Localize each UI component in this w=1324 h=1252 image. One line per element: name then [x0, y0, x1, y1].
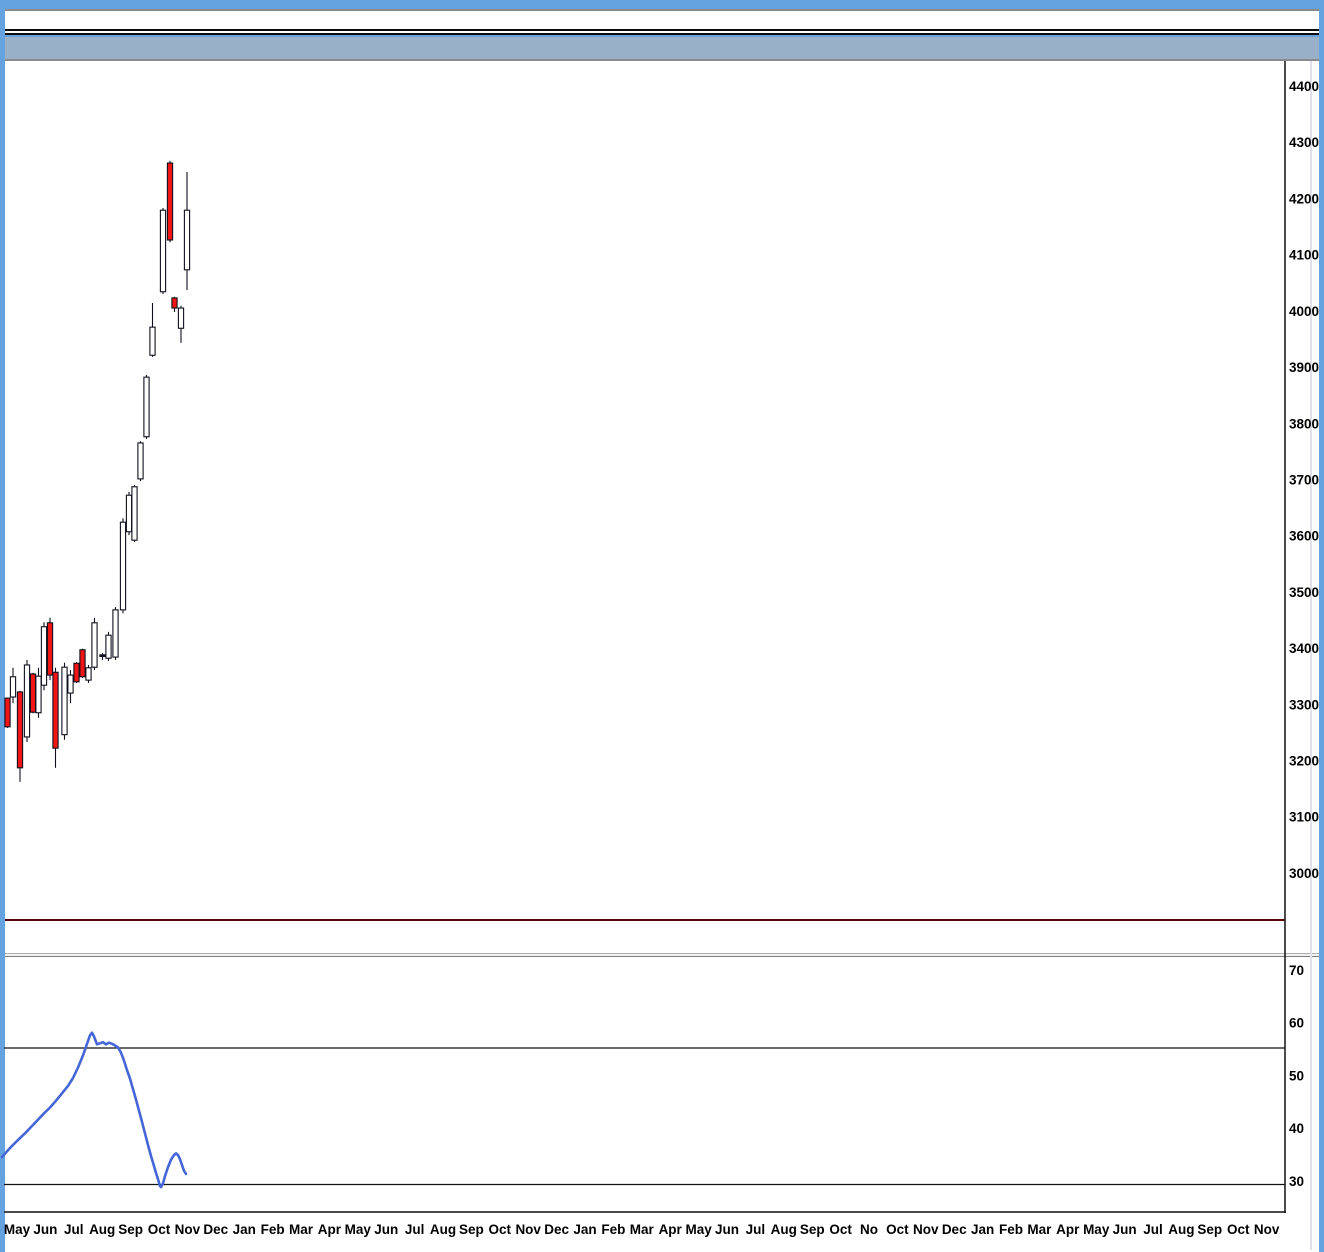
- candle-body: [177, 307, 185, 329]
- x-axis-label: May: [4, 1222, 31, 1237]
- price-axis-label: 4000: [1289, 304, 1319, 319]
- x-axis-label: Sep: [459, 1222, 484, 1237]
- x-axis-label: Aug: [771, 1222, 797, 1237]
- x-axis-label: Nov: [1254, 1222, 1280, 1237]
- price-axis-label: 3600: [1289, 529, 1319, 544]
- price-axis-label: 4300: [1289, 135, 1319, 150]
- candle-body: [16, 691, 24, 769]
- x-axis-label: Mar: [289, 1222, 314, 1237]
- candle-body: [125, 494, 133, 533]
- candle-body: [40, 626, 48, 686]
- oscillator-axis-label: 60: [1289, 1016, 1304, 1031]
- candle-body: [99, 654, 106, 657]
- x-axis-label: Dec: [544, 1222, 569, 1237]
- x-axis-label: Aug: [430, 1222, 456, 1237]
- candle-body: [61, 666, 68, 736]
- x-axis-label: Aug: [89, 1222, 115, 1237]
- x-axis-label: Nov: [175, 1222, 201, 1237]
- x-axis-label: Oct: [489, 1222, 512, 1237]
- candle-body: [105, 634, 112, 659]
- price-axis-label: 3100: [1289, 810, 1319, 825]
- oscillator-line: [0, 1031, 188, 1189]
- x-axis-label: Oct: [148, 1222, 171, 1237]
- x-axis-label: Oct: [886, 1222, 909, 1237]
- x-axis-label: Dec: [203, 1222, 228, 1237]
- candle-body: [91, 622, 98, 668]
- candle-body: [166, 162, 174, 241]
- candle-body: [4, 697, 11, 728]
- price-axis-label: 4100: [1289, 248, 1319, 263]
- price-axis-label: 3400: [1289, 641, 1319, 656]
- x-axis-label: Feb: [601, 1222, 625, 1237]
- x-axis-label: May: [345, 1222, 372, 1237]
- price-axis-label: 3300: [1289, 697, 1319, 712]
- app-window: 4400 4300 4200 4100 4000 3900 3800 3700 3600 3500…: [0, 0, 1324, 1252]
- x-axis-label: Jan: [573, 1222, 596, 1237]
- price-axis-label: 3800: [1289, 416, 1319, 431]
- candle-body: [35, 675, 42, 714]
- x-axis-label: May: [1083, 1222, 1110, 1237]
- x-axis-label: No: [860, 1222, 878, 1237]
- oscillator-axis-label: 70: [1289, 963, 1304, 978]
- candle-body: [112, 609, 119, 658]
- x-axis-label: Jun: [1113, 1222, 1137, 1237]
- x-axis-label: Jun: [715, 1222, 739, 1237]
- candle-body: [119, 521, 127, 611]
- x-axis-label: Dec: [942, 1222, 967, 1237]
- oscillator-axis-label: 50: [1289, 1068, 1304, 1083]
- price-axis-label: 3200: [1289, 754, 1319, 769]
- candle-body: [9, 676, 17, 698]
- x-axis-label: Oct: [829, 1222, 852, 1237]
- x-axis-label: Jun: [374, 1222, 398, 1237]
- chart-canvas[interactable]: 4400 4300 4200 4100 4000 3900 3800 3700 3600 3500…: [0, 0, 1324, 1252]
- candle-body: [85, 667, 92, 681]
- oscillator-axis-label: 40: [1289, 1121, 1304, 1136]
- candle-body: [159, 209, 167, 293]
- x-axis-label: Jan: [233, 1222, 256, 1237]
- candle-body: [183, 209, 191, 271]
- x-axis-label: Aug: [1168, 1222, 1194, 1237]
- x-axis-label: Oct: [1227, 1222, 1250, 1237]
- price-axis-label: 4200: [1289, 191, 1319, 206]
- x-axis-label: Feb: [999, 1222, 1023, 1237]
- candle-body: [23, 664, 31, 738]
- candle-body: [46, 622, 54, 676]
- x-axis-label: Sep: [118, 1222, 143, 1237]
- x-axis-label: Jul: [64, 1222, 84, 1237]
- x-axis-label: Apr: [318, 1222, 342, 1237]
- x-axis-label: Jan: [971, 1222, 994, 1237]
- x-axis-label: Jul: [746, 1222, 766, 1237]
- candle-body: [171, 297, 178, 309]
- candle-body: [149, 326, 156, 356]
- price-axis-label: 4400: [1289, 79, 1319, 94]
- candle-body: [137, 442, 144, 480]
- oscillator-axis-label: 30: [1289, 1174, 1304, 1189]
- x-axis-label: Sep: [800, 1222, 825, 1237]
- candle-body: [143, 376, 150, 438]
- x-axis-label: Jul: [405, 1222, 425, 1237]
- x-axis-label: Nov: [913, 1222, 939, 1237]
- price-axis-label: 3500: [1289, 585, 1319, 600]
- price-axis-label: 3700: [1289, 472, 1319, 487]
- candle-body: [73, 662, 80, 683]
- x-axis-label: Jul: [1143, 1222, 1163, 1237]
- price-axis-label: 3900: [1289, 360, 1319, 375]
- candle-body: [131, 486, 138, 541]
- x-axis-label: Apr: [659, 1222, 683, 1237]
- candle-body: [52, 671, 59, 749]
- candle-body: [79, 649, 86, 678]
- x-axis-label: Mar: [630, 1222, 655, 1237]
- candle-body: [67, 674, 74, 694]
- candle-body: [29, 673, 37, 713]
- x-axis-label: Nov: [515, 1222, 541, 1237]
- x-axis-label: Jun: [33, 1222, 57, 1237]
- price-axis-label: 3000: [1289, 866, 1319, 881]
- x-axis-label: Apr: [1056, 1222, 1080, 1237]
- x-axis-label: May: [685, 1222, 712, 1237]
- x-axis-label: Feb: [261, 1222, 285, 1237]
- x-axis-label: Sep: [1197, 1222, 1222, 1237]
- x-axis-label: Mar: [1027, 1222, 1052, 1237]
